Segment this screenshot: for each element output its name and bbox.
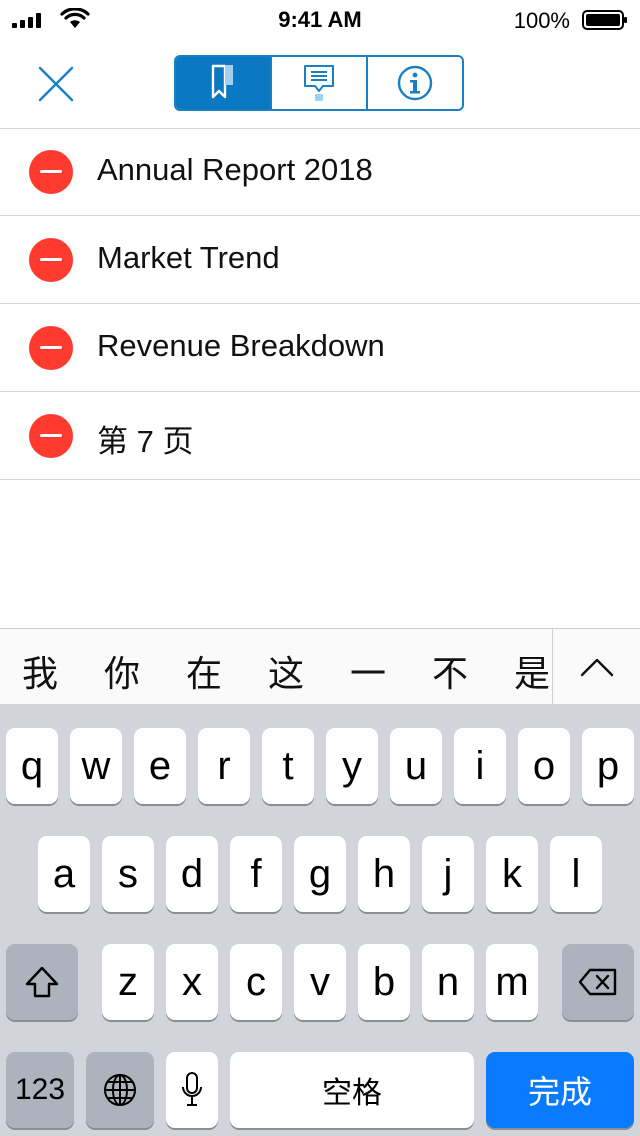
key-p[interactable]: p bbox=[582, 728, 634, 804]
key-r[interactable]: r bbox=[198, 728, 250, 804]
shift-icon bbox=[25, 966, 59, 998]
delete-button[interactable] bbox=[29, 414, 73, 458]
list-item: Revenue Breakdown bbox=[0, 304, 640, 392]
key-e[interactable]: e bbox=[134, 728, 186, 804]
key-b[interactable]: b bbox=[358, 944, 410, 1020]
key-t[interactable]: t bbox=[262, 728, 314, 804]
bookmark-list: Annual Report 2018 Market Trend Revenue … bbox=[0, 128, 640, 480]
tab-comments[interactable] bbox=[270, 57, 366, 109]
key-m[interactable]: m bbox=[486, 944, 538, 1020]
candidate-word[interactable]: 你 bbox=[104, 645, 140, 697]
key-o[interactable]: o bbox=[518, 728, 570, 804]
delete-button[interactable] bbox=[29, 238, 73, 282]
key-i[interactable]: i bbox=[454, 728, 506, 804]
expand-candidates-button[interactable] bbox=[552, 629, 640, 704]
candidate-word[interactable]: 在 bbox=[186, 645, 222, 697]
candidate-word[interactable]: 我 bbox=[22, 645, 58, 697]
bookmark-title[interactable]: Annual Report 2018 bbox=[97, 152, 373, 188]
close-icon bbox=[38, 66, 74, 102]
dictation-key[interactable] bbox=[166, 1052, 218, 1128]
key-f[interactable]: f bbox=[230, 836, 282, 912]
key-d[interactable]: d bbox=[166, 836, 218, 912]
globe-key[interactable] bbox=[86, 1052, 154, 1128]
delete-button[interactable] bbox=[29, 326, 73, 370]
key-n[interactable]: n bbox=[422, 944, 474, 1020]
done-key[interactable]: 完成 bbox=[486, 1052, 634, 1128]
header bbox=[0, 40, 640, 129]
key-h[interactable]: h bbox=[358, 836, 410, 912]
bookmark-title[interactable]: Revenue Breakdown bbox=[97, 328, 385, 364]
numbers-key[interactable]: 123 bbox=[6, 1052, 74, 1128]
microphone-icon bbox=[182, 1072, 202, 1106]
keyboard: q w e r t y u i o p a s d f g h j k l z … bbox=[0, 704, 640, 1136]
key-a[interactable]: a bbox=[38, 836, 90, 912]
key-g[interactable]: g bbox=[294, 836, 346, 912]
key-v[interactable]: v bbox=[294, 944, 346, 1020]
shift-key[interactable] bbox=[6, 944, 78, 1020]
key-q[interactable]: q bbox=[6, 728, 58, 804]
info-icon bbox=[397, 65, 433, 101]
status-bar: 9:41 AM 100% bbox=[0, 0, 640, 40]
bookmark-icon bbox=[211, 64, 233, 99]
bookmark-title[interactable]: Market Trend bbox=[97, 240, 280, 276]
key-z[interactable]: z bbox=[102, 944, 154, 1020]
list-item: Market Trend bbox=[0, 216, 640, 304]
chevron-up-icon bbox=[580, 658, 614, 676]
backspace-icon bbox=[578, 968, 617, 996]
key-c[interactable]: c bbox=[230, 944, 282, 1020]
comment-icon bbox=[304, 65, 334, 101]
close-button[interactable] bbox=[36, 64, 76, 104]
key-x[interactable]: x bbox=[166, 944, 218, 1020]
tab-info[interactable] bbox=[366, 57, 462, 109]
space-key[interactable]: 空格 bbox=[230, 1052, 474, 1128]
view-segmented-control bbox=[174, 55, 464, 111]
key-w[interactable]: w bbox=[70, 728, 122, 804]
candidate-word[interactable]: 不 bbox=[432, 645, 468, 697]
list-item: 第 7 页 bbox=[0, 392, 640, 480]
delete-button[interactable] bbox=[29, 150, 73, 194]
battery-percentage: 100% bbox=[513, 8, 570, 33]
list-item: Annual Report 2018 bbox=[0, 128, 640, 216]
tab-bookmarks[interactable] bbox=[176, 57, 270, 109]
key-u[interactable]: u bbox=[390, 728, 442, 804]
bookmark-title[interactable]: 第 7 页 bbox=[97, 416, 193, 461]
key-k[interactable]: k bbox=[486, 836, 538, 912]
key-y[interactable]: y bbox=[326, 728, 378, 804]
candidate-word[interactable]: 这 bbox=[268, 645, 304, 697]
candidate-word[interactable]: 是 bbox=[514, 645, 550, 697]
candidate-word[interactable]: 一 bbox=[350, 645, 386, 697]
key-l[interactable]: l bbox=[550, 836, 602, 912]
globe-icon bbox=[104, 1074, 136, 1106]
key-s[interactable]: s bbox=[102, 836, 154, 912]
battery-icon bbox=[582, 10, 627, 30]
key-j[interactable]: j bbox=[422, 836, 474, 912]
backspace-key[interactable] bbox=[562, 944, 634, 1020]
ime-candidate-bar: 我 你 在 这 一 不 是 bbox=[0, 628, 640, 704]
